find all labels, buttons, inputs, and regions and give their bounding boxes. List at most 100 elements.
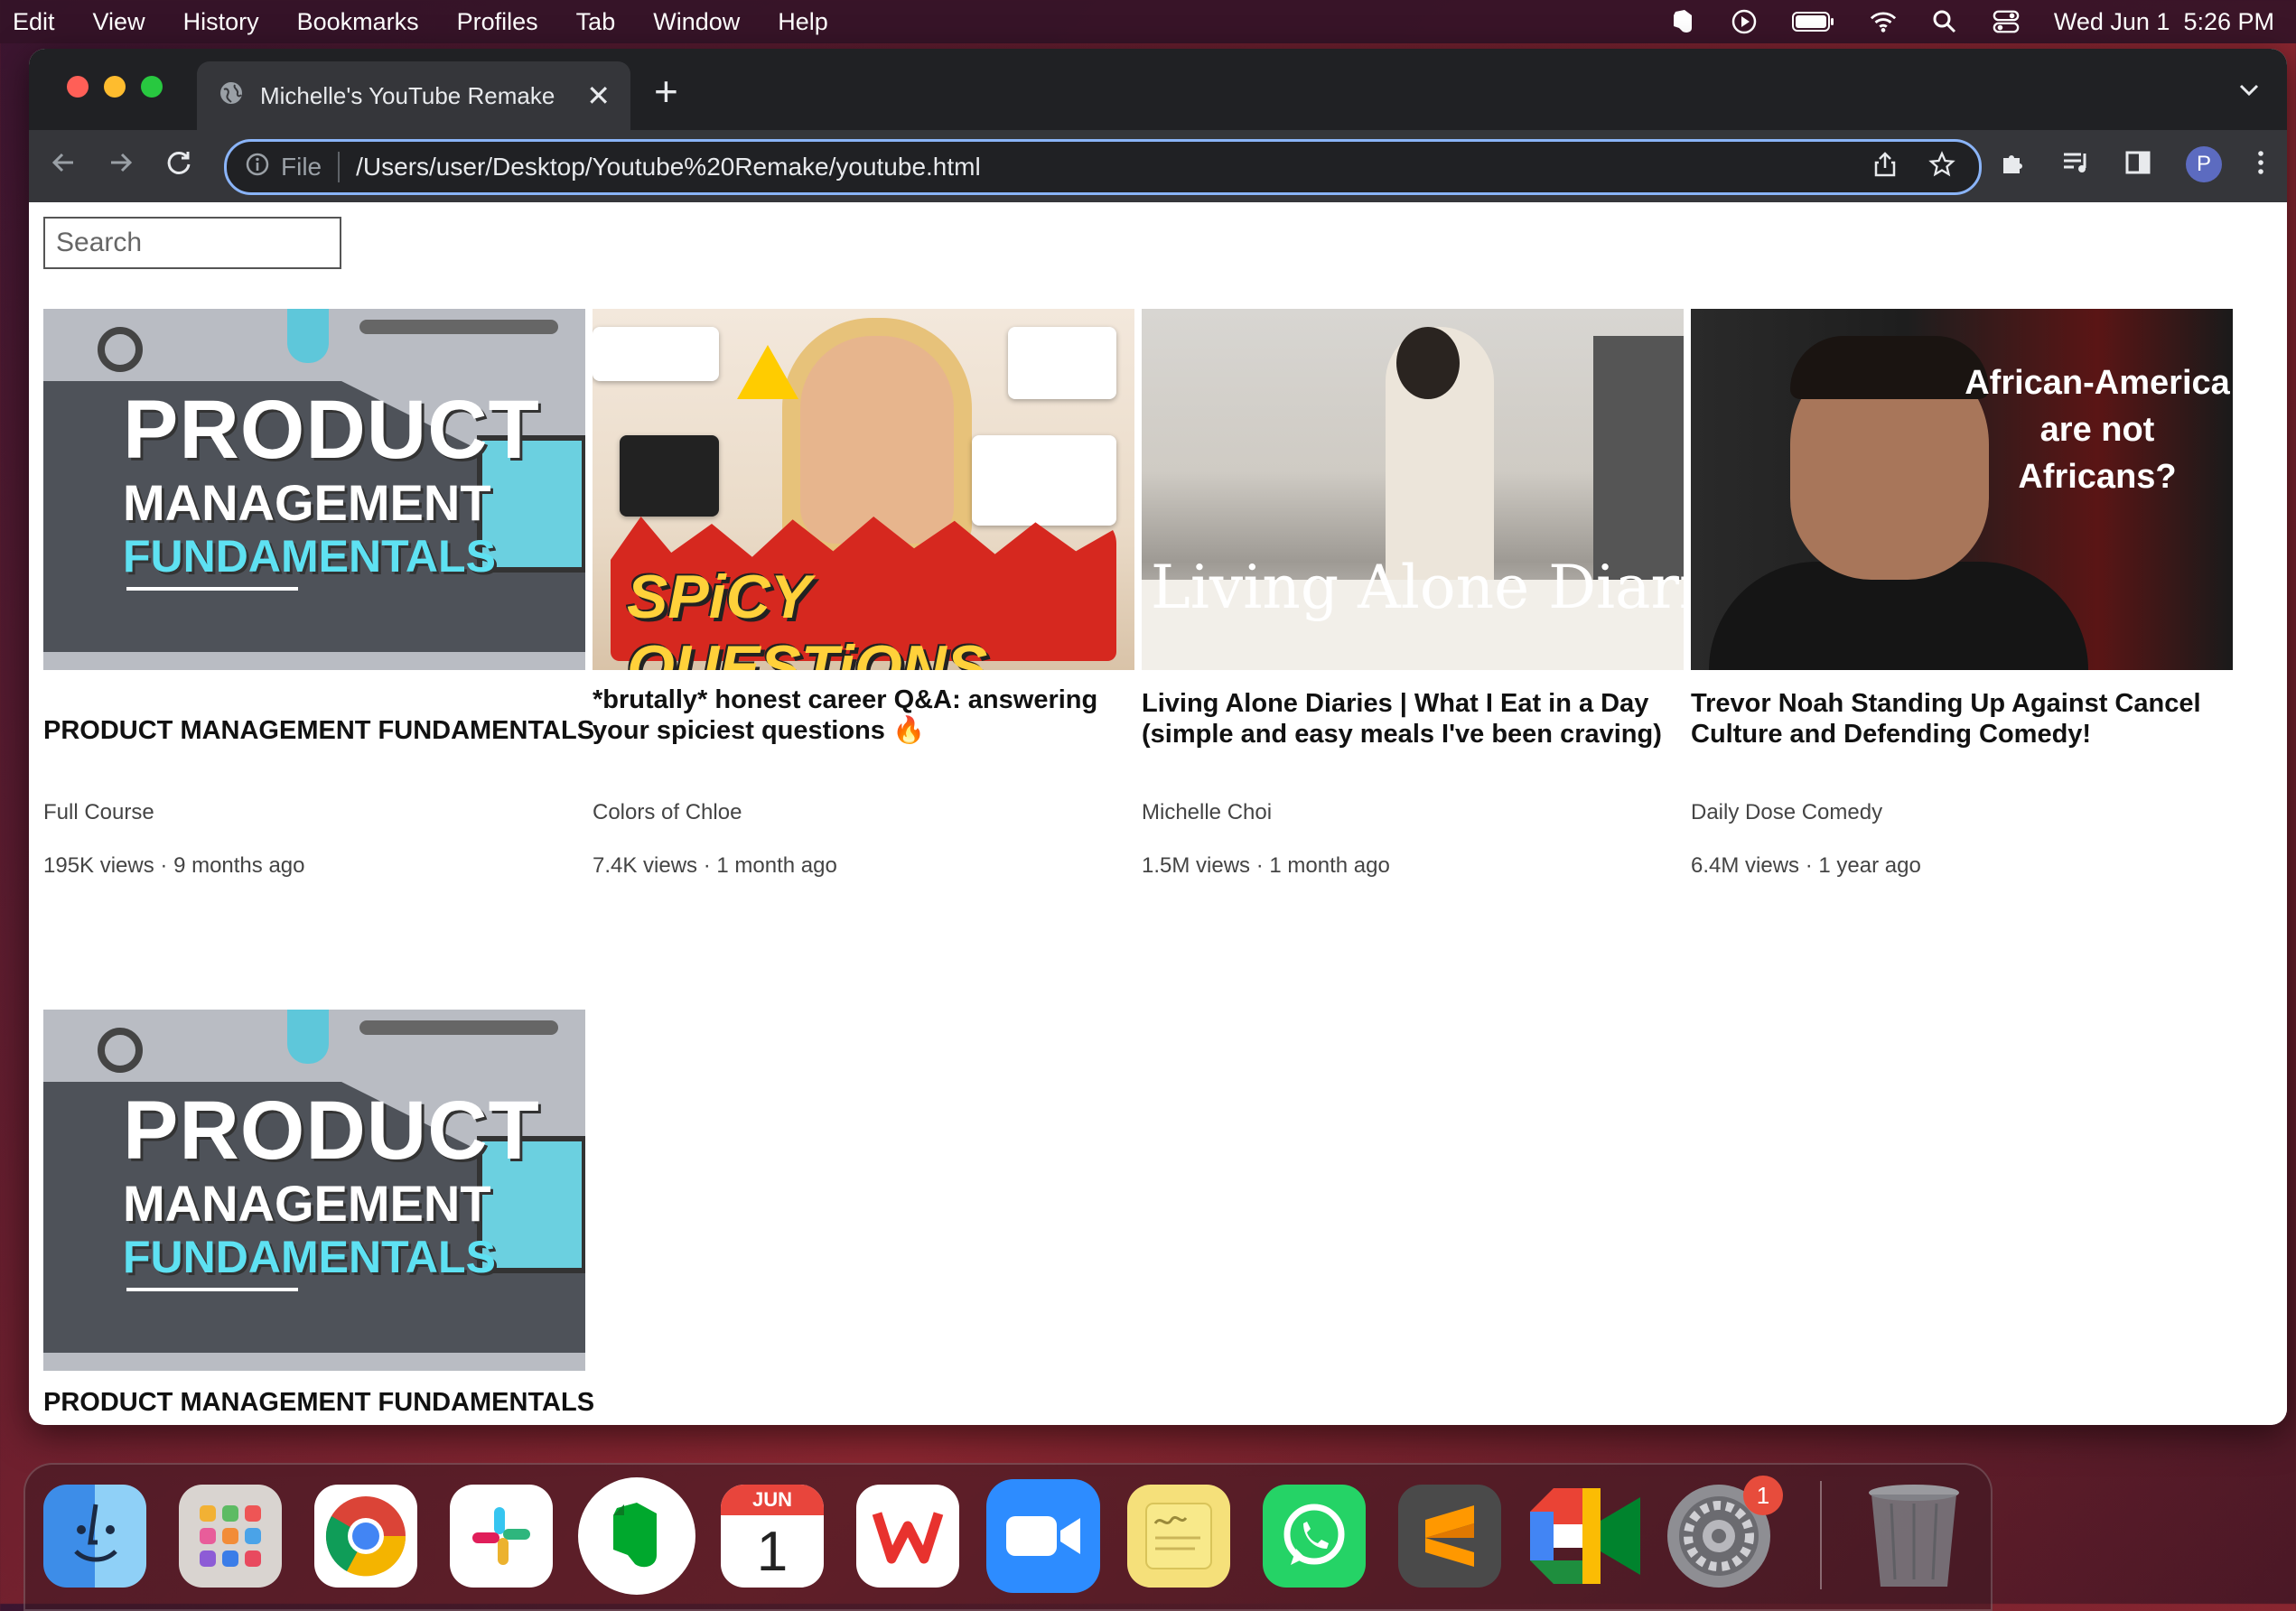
video-stats: 7.4K views · 1 month ago xyxy=(593,853,837,879)
info-icon[interactable] xyxy=(245,152,270,183)
upload-age: 9 months ago xyxy=(173,853,305,878)
zoom-window-button[interactable] xyxy=(141,76,163,98)
whatsapp-icon[interactable] xyxy=(1263,1485,1366,1588)
thumbnail-shape xyxy=(800,336,954,544)
window-controls xyxy=(67,76,163,98)
menu-view[interactable]: View xyxy=(93,8,145,36)
channel-name[interactable]: Daily Dose Comedy xyxy=(1691,800,1882,825)
chrome-icon[interactable] xyxy=(314,1485,417,1588)
menu-bookmarks[interactable]: Bookmarks xyxy=(297,8,419,36)
bookmark-star-icon[interactable] xyxy=(1928,150,1955,184)
battery-icon[interactable] xyxy=(1791,8,1835,35)
side-panel-icon[interactable] xyxy=(2124,149,2151,181)
media-play-icon[interactable] xyxy=(1731,8,1758,35)
video-card[interactable]: African-America are not Africans? Trevor… xyxy=(1691,309,2233,878)
gear-icon xyxy=(98,1028,143,1073)
evernote-icon[interactable] xyxy=(578,1477,695,1595)
thumbnail-text: FUNDAMENTALS xyxy=(123,1232,496,1282)
meta-separator: · xyxy=(1250,853,1270,878)
menu-profiles[interactable]: Profiles xyxy=(457,8,538,36)
thumbnail-text: are not xyxy=(2039,411,2155,449)
menu-help[interactable]: Help xyxy=(778,8,828,36)
view-count: 7.4K views xyxy=(593,853,698,878)
video-card[interactable]: Living Alone Diaries Living Alone Diarie… xyxy=(1142,309,1684,878)
thumbnail-underline xyxy=(126,1288,298,1291)
calendar-icon[interactable]: JUN 1 xyxy=(721,1485,824,1588)
thumbnail-text: FUNDAMENTALS xyxy=(123,531,496,582)
video-thumbnail[interactable]: Living Alone Diaries xyxy=(1142,309,1684,670)
launchpad-icon[interactable] xyxy=(179,1485,282,1588)
video-thumbnail[interactable]: SPiCY QUESTiONS xyxy=(593,309,1134,670)
thumbnail-text: PRODUCT xyxy=(123,384,540,476)
video-title[interactable]: Living Alone Diaries | What I Eat in a D… xyxy=(1142,688,1684,750)
finder-icon[interactable] xyxy=(43,1485,146,1588)
meta-separator: · xyxy=(154,853,174,878)
thumbnail-shape xyxy=(972,435,1116,526)
address-bar[interactable]: File /Users/user/Desktop/Youtube%20Remak… xyxy=(224,139,1982,195)
calendar-day: 1 xyxy=(756,1520,789,1583)
sublime-text-icon[interactable] xyxy=(1398,1485,1501,1588)
google-meet-icon[interactable] xyxy=(1526,1485,1644,1588)
toolbar-actions: P xyxy=(2000,146,2265,182)
video-card[interactable]: PRODUCT MANAGEMENT FUNDAMENTALS PRODUCT … xyxy=(43,1010,594,1417)
close-tab-icon[interactable]: ✕ xyxy=(586,79,611,113)
url-text[interactable]: /Users/user/Desktop/Youtube%20Remake/you… xyxy=(356,153,981,182)
trash-icon[interactable] xyxy=(1862,1485,1965,1588)
warning-icon xyxy=(737,345,798,399)
video-title[interactable]: PRODUCT MANAGEMENT FUNDAMENTALS xyxy=(43,1387,621,1418)
close-window-button[interactable] xyxy=(67,76,89,98)
video-card[interactable]: PRODUCT MANAGEMENT FUNDAMENTALS PRODUCT … xyxy=(43,309,594,878)
lightbulb-icon xyxy=(287,1010,329,1064)
view-count: 1.5M views xyxy=(1142,853,1251,878)
video-thumbnail[interactable]: African-America are not Africans? xyxy=(1691,309,2233,670)
spotlight-search-icon[interactable] xyxy=(1931,8,1958,35)
extensions-puzzle-icon[interactable] xyxy=(2000,149,2027,181)
new-tab-button[interactable]: + xyxy=(654,67,678,116)
thumbnail-text: Living Alone Diaries xyxy=(1151,553,1684,622)
video-stats: 6.4M views · 1 year ago xyxy=(1691,853,1921,879)
view-count: 6.4M views xyxy=(1691,853,1800,878)
forward-arrow-icon[interactable] xyxy=(92,149,150,184)
thumbnail-text: PRODUCT xyxy=(123,1085,540,1177)
upload-age: 1 year ago xyxy=(1818,853,1921,878)
search-input[interactable] xyxy=(43,217,341,269)
slack-icon[interactable] xyxy=(450,1485,553,1588)
video-card[interactable]: SPiCY QUESTiONS *brutally* honest career… xyxy=(593,309,1134,878)
menu-history[interactable]: History xyxy=(183,8,259,36)
wifi-icon[interactable] xyxy=(1870,8,1897,35)
reload-icon[interactable] xyxy=(150,149,208,184)
upload-age: 1 month ago xyxy=(716,853,837,878)
video-thumbnail[interactable]: PRODUCT MANAGEMENT FUNDAMENTALS xyxy=(43,309,585,670)
more-menu-icon[interactable] xyxy=(2256,149,2265,181)
menu-tab[interactable]: Tab xyxy=(576,8,616,36)
browser-tab[interactable]: Michelle's YouTube Remake ✕ xyxy=(197,61,630,130)
menu-clock[interactable]: Wed Jun 1 5:26 PM xyxy=(2054,8,2274,36)
meta-separator: · xyxy=(697,853,717,878)
video-title[interactable]: *brutally* honest career Q&A: answering … xyxy=(593,684,1134,746)
wps-office-icon[interactable] xyxy=(856,1485,959,1588)
channel-name[interactable]: Michelle Choi xyxy=(1142,800,1272,825)
thumbnail-caption: African-America are not Africans? xyxy=(1953,359,2233,500)
chevron-down-icon[interactable] xyxy=(2238,76,2260,104)
url-scheme-label: File xyxy=(281,153,322,181)
menu-window[interactable]: Window xyxy=(653,8,740,36)
evernote-menu-icon[interactable] xyxy=(1669,8,1696,35)
video-thumbnail[interactable]: PRODUCT MANAGEMENT FUNDAMENTALS xyxy=(43,1010,585,1371)
thumbnail-shape xyxy=(1008,327,1116,399)
video-title[interactable]: Trevor Noah Standing Up Against Cancel C… xyxy=(1691,688,2233,750)
control-center-icon[interactable] xyxy=(1993,8,2020,35)
channel-name[interactable]: Full Course xyxy=(43,800,154,825)
pen-icon xyxy=(359,1020,558,1035)
video-title[interactable]: PRODUCT MANAGEMENT FUNDAMENTALS xyxy=(43,715,621,746)
zoom-icon[interactable] xyxy=(986,1479,1100,1593)
share-icon[interactable] xyxy=(1872,151,1898,184)
view-count: 195K views xyxy=(43,853,154,878)
media-queue-icon[interactable] xyxy=(2061,150,2090,180)
profile-avatar[interactable]: P xyxy=(2186,146,2222,182)
channel-name[interactable]: Colors of Chloe xyxy=(593,800,742,825)
thumbnail-text: MANAGEMENT xyxy=(123,474,491,531)
stickies-icon[interactable] xyxy=(1127,1485,1230,1588)
back-arrow-icon[interactable] xyxy=(34,149,92,184)
minimize-window-button[interactable] xyxy=(104,76,126,98)
menu-edit[interactable]: Edit xyxy=(13,8,55,36)
